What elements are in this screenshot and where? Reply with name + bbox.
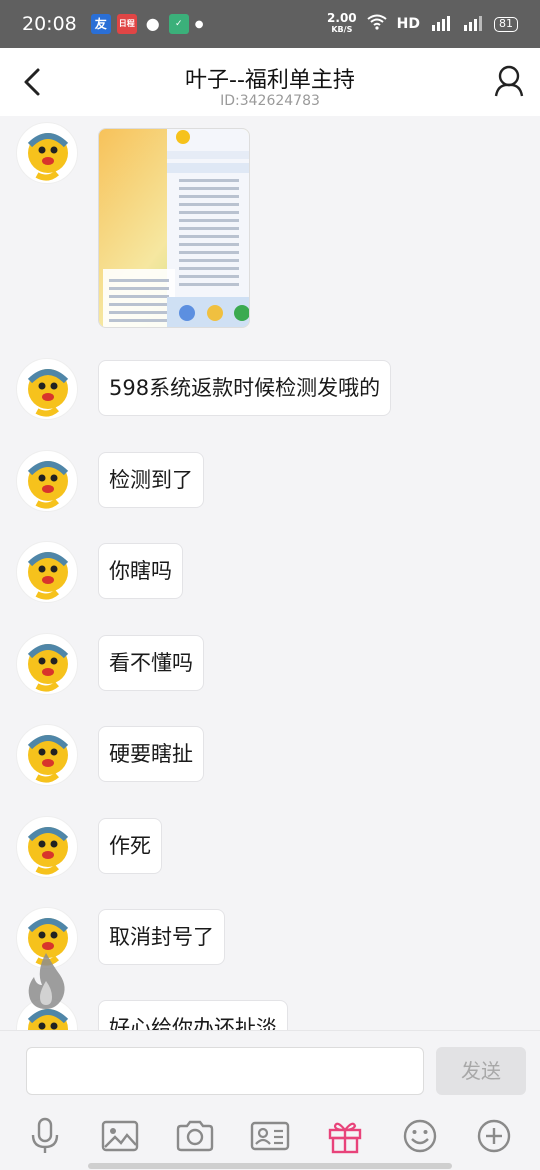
gift-button[interactable] xyxy=(323,1114,367,1158)
message-bubble[interactable]: 好心给你办还扯淡 xyxy=(98,1000,288,1030)
camera-button[interactable] xyxy=(173,1114,217,1158)
input-toolbar xyxy=(0,1110,540,1162)
app-notification-icon: 友 xyxy=(90,14,111,34)
calendar-notification-icon: 日程 xyxy=(116,14,137,34)
hd-indicator: HD xyxy=(396,16,420,32)
gift-icon xyxy=(328,1122,361,1154)
flame-icon[interactable] xyxy=(24,951,68,1011)
message-bubble[interactable]: 598系统返款时候检测发哦的 xyxy=(98,360,392,416)
profile-button[interactable] xyxy=(492,64,526,100)
clock: 20:08 xyxy=(22,13,77,35)
avatar[interactable] xyxy=(16,541,78,603)
user-profile-icon xyxy=(494,65,524,97)
emoji-icon xyxy=(403,1119,436,1153)
message-bubble[interactable]: 作死 xyxy=(98,818,162,874)
image-button[interactable] xyxy=(98,1114,142,1158)
message-bubble[interactable]: 取消封号了 xyxy=(98,909,225,965)
emoji-button[interactable] xyxy=(398,1114,442,1158)
avatar-cartoon-icon xyxy=(27,735,69,783)
app-notification-icon: ✓ xyxy=(168,14,189,34)
message-bubble[interactable]: 看不懂吗 xyxy=(98,635,204,691)
avatar-cartoon-icon xyxy=(27,644,69,692)
avatar[interactable] xyxy=(16,724,78,786)
avatar[interactable] xyxy=(16,122,78,184)
chat-user-id: ID:342624783 xyxy=(220,93,320,109)
camera-icon xyxy=(176,1120,214,1152)
message-bubble[interactable]: 检测到了 xyxy=(98,452,204,508)
network-speed: 2.00 KB/S xyxy=(327,11,357,34)
wechat-notification-icon: ● xyxy=(145,14,160,33)
message-input[interactable] xyxy=(26,1047,424,1095)
contact-card-icon xyxy=(250,1121,290,1151)
input-bar: 发送 xyxy=(0,1030,540,1110)
signal-icon xyxy=(430,15,452,34)
more-button[interactable] xyxy=(472,1114,516,1158)
plus-icon xyxy=(478,1119,511,1153)
wifi-icon xyxy=(367,14,387,34)
message-bubble[interactable]: 你瞎吗 xyxy=(98,543,183,599)
image-icon xyxy=(102,1120,139,1152)
message-bubble[interactable]: 硬要瞎扯 xyxy=(98,726,204,782)
avatar-cartoon-icon xyxy=(27,133,69,181)
dot-icon: ● xyxy=(194,18,204,30)
avatar-cartoon-icon xyxy=(27,369,69,417)
avatar[interactable] xyxy=(16,450,78,512)
voice-button[interactable] xyxy=(23,1114,67,1158)
chat-title: 叶子--福利单主持 xyxy=(185,68,355,93)
avatar-cartoon-icon xyxy=(27,461,69,509)
avatar[interactable] xyxy=(16,633,78,695)
send-button[interactable]: 发送 xyxy=(436,1047,526,1095)
image-message[interactable] xyxy=(98,128,250,328)
avatar-cartoon-icon xyxy=(27,552,69,600)
contact-card-button[interactable] xyxy=(248,1114,292,1158)
avatar[interactable] xyxy=(16,358,78,420)
screenshot-thumbnail xyxy=(99,129,249,327)
avatar-cartoon-icon xyxy=(27,827,69,875)
status-bar: 20:08 友 日程 ● ✓ ● 2.00 KB/S HD 81 xyxy=(0,0,540,48)
avatar[interactable] xyxy=(16,816,78,878)
message-list[interactable]: 598系统返款时候检测发哦的 检测到了 你瞎吗 看不懂吗 硬要瞎扯 作死 取消封… xyxy=(0,116,540,1030)
home-indicator[interactable] xyxy=(88,1163,452,1169)
mic-icon xyxy=(32,1117,59,1153)
chat-header: 叶子--福利单主持 ID:342624783 xyxy=(0,48,540,116)
signal-icon xyxy=(462,15,484,34)
battery-indicator: 81 xyxy=(494,16,518,32)
